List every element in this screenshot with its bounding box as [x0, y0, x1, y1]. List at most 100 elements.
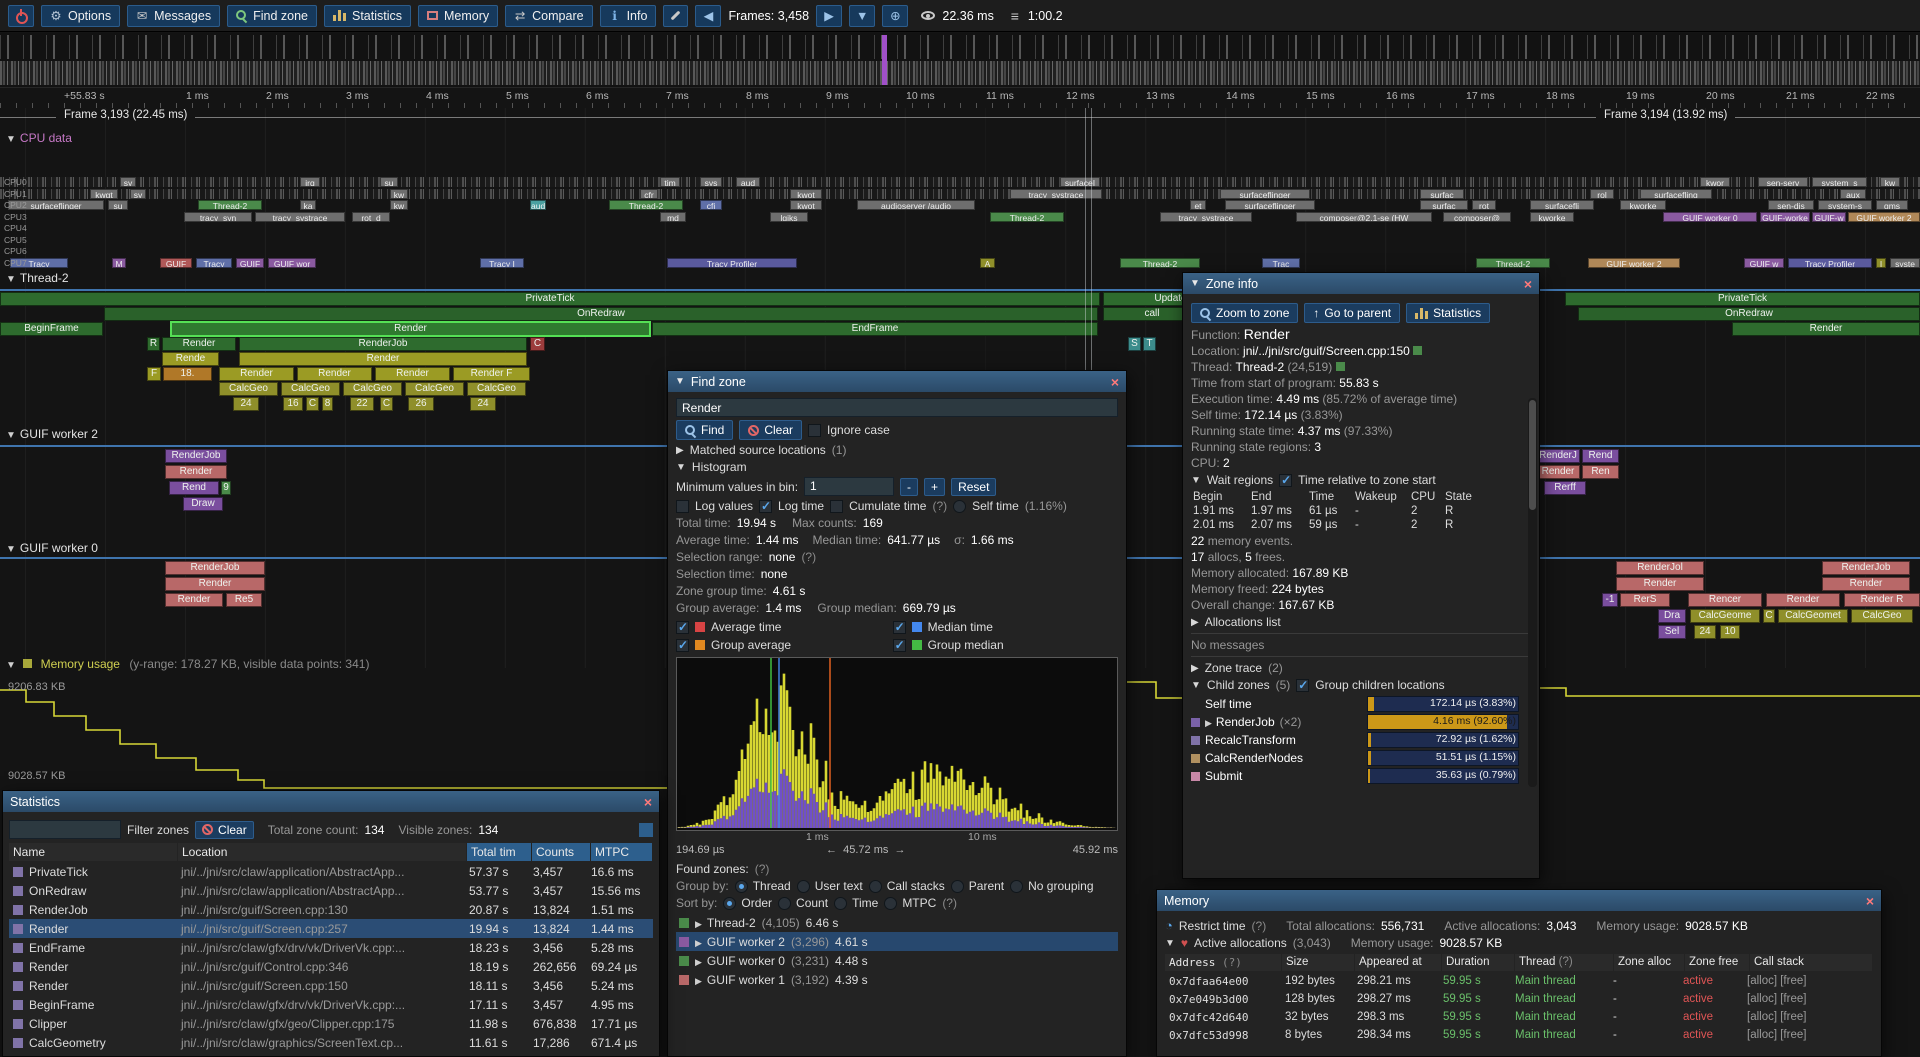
timeline-zone[interactable]: CalcGeo	[343, 382, 402, 396]
cpu-zone[interactable]: et	[1190, 200, 1206, 210]
cpu-zone[interactable]: M	[112, 258, 126, 268]
child-zone-row[interactable]: RecalcTransform 72.92 µs (1.62%)	[1191, 731, 1519, 749]
options-button[interactable]: ⚙Options	[41, 5, 120, 27]
child-zone-row[interactable]: RenderJob (×2) 4.16 ms (92.60%)	[1191, 713, 1519, 731]
log-values-checkbox[interactable]	[676, 500, 689, 513]
cpu-zone[interactable]: surfaceI	[1060, 177, 1100, 187]
timeline-zone[interactable]: Render F	[453, 367, 530, 381]
cpu-zone[interactable]: GUIF	[236, 258, 264, 268]
allocation-row[interactable]: 0x7dfc42d640 32 bytes 298.3 ms 59.95 s M…	[1165, 1008, 1873, 1026]
legend-checkbox[interactable]	[893, 621, 906, 634]
timeline-zone[interactable]: Render	[1766, 593, 1840, 607]
cpu-zone[interactable]: sen-serv	[1758, 177, 1808, 187]
cpu-zone[interactable]: aux	[1840, 189, 1866, 199]
log-time-checkbox[interactable]	[759, 500, 772, 513]
group-by-option[interactable]: User text	[797, 879, 863, 893]
timeline-zone[interactable]: 18.	[163, 367, 212, 381]
timeline-zone[interactable]: Sel	[1658, 625, 1686, 639]
timeline-zone[interactable]: Render	[1536, 465, 1580, 479]
group-children-checkbox[interactable]	[1296, 679, 1309, 692]
find-zone-button[interactable]: Find zone	[227, 5, 317, 27]
timeline-zone[interactable]: RerS	[1620, 593, 1670, 607]
cpu-row[interactable]: CPU1 kwgtsykwcfrkwottracy_systracesurfac…	[0, 189, 1920, 199]
timeline-zone[interactable]: C	[380, 397, 393, 411]
close-icon[interactable]: ×	[1111, 375, 1119, 389]
timeline-zone[interactable]: PrivateTick	[1565, 292, 1920, 306]
timeline-zone[interactable]: R	[147, 337, 160, 351]
cpu-zone[interactable]: tracy_syn	[184, 212, 252, 222]
timeline-zone[interactable]: Render R	[1844, 593, 1920, 607]
collapse-icon[interactable]: ▼	[1190, 278, 1200, 289]
timeline-zone[interactable]: Render	[1616, 577, 1704, 591]
cpu-zone[interactable]: cfr	[640, 189, 658, 199]
timeline-zone[interactable]: CalcGeo	[281, 382, 340, 396]
clear-filter-button[interactable]: Clear	[195, 821, 254, 839]
timeline-zone[interactable]: Rende	[162, 352, 219, 366]
table-row[interactable]: EndFrame jni/../jni/src/claw/gfx/drv/vk/…	[9, 938, 653, 957]
timeline-zone[interactable]: PrivateTick	[0, 292, 1100, 306]
timeline-zone[interactable]: 26	[408, 397, 434, 411]
statistics-button[interactable]: Statistics	[324, 5, 411, 27]
cpu-zone[interactable]: Thread-2	[198, 200, 262, 210]
timeline-zone[interactable]: 8	[322, 397, 333, 411]
allocation-thread[interactable]: Main thread	[1511, 993, 1609, 1005]
memory-usage-header[interactable]: ▼ Memory usage (y-range: 178.27 KB, visi…	[6, 657, 369, 671]
cpu-row[interactable]: CPU0 syirqsutimsysaudsurfaceIkworsen-ser…	[0, 177, 1920, 187]
allocation-row[interactable]: 0x7dfc53d998 8 bytes 298.34 ms 59.95 s M…	[1165, 1026, 1873, 1044]
cpu-zone[interactable]: aud	[736, 177, 760, 187]
cpu-zone[interactable]: surfaceflinger	[1225, 200, 1315, 210]
cpu-row[interactable]: CPU4	[0, 223, 1920, 233]
legend-checkbox[interactable]	[676, 639, 689, 652]
timeline-zone[interactable]: CalcGeo	[219, 382, 278, 396]
timeline-zone[interactable]: C	[530, 337, 545, 351]
child-zone-row[interactable]: Submit 35.63 µs (0.79%)	[1191, 767, 1519, 785]
timeline-zone[interactable]: 24	[233, 397, 259, 411]
col-call-stack[interactable]: Call stack	[1750, 954, 1872, 971]
timeline-zone[interactable]: Render	[297, 367, 372, 381]
allocation-row[interactable]: 0x7dfaa64e00 192 bytes 298.21 ms 59.95 s…	[1165, 972, 1873, 990]
decrement-button[interactable]: -	[900, 478, 918, 496]
timeline-zone[interactable]: Render	[171, 322, 650, 336]
ignore-case-checkbox[interactable]	[808, 424, 821, 437]
allocation-row[interactable]: 0x7e049b3d00 128 bytes 298.27 ms 59.95 s…	[1165, 990, 1873, 1008]
timeline-zone[interactable]: Rend	[1582, 449, 1619, 463]
cpu-zone[interactable]: composer@	[1443, 212, 1511, 222]
cpu-zone[interactable]: kw	[390, 189, 408, 199]
histogram-section-header[interactable]: ▼ Histogram	[676, 460, 1118, 474]
messages-button[interactable]: ✉Messages	[127, 5, 220, 27]
timeline-zone[interactable]: CalcGeo	[405, 382, 464, 396]
table-row[interactable]: OnRedraw jni/../jni/src/claw/application…	[9, 881, 653, 900]
increment-button[interactable]: +	[924, 478, 945, 496]
timeline-zone[interactable]: 16	[283, 397, 303, 411]
timeline-zone[interactable]: EndFrame	[652, 322, 1098, 336]
timeline-zone[interactable]: -1	[1602, 593, 1618, 607]
cpu-zone[interactable]: rot_d	[352, 212, 390, 222]
timeline-zone[interactable]: Re5	[226, 593, 262, 607]
cpu-zone[interactable]: kwgt	[90, 189, 118, 199]
cpu-zone[interactable]: Tracy Profiler	[667, 258, 797, 268]
timeline-zone[interactable]: 10	[1720, 625, 1740, 639]
info-button[interactable]: ℹInfo	[600, 5, 657, 27]
cpu-zone[interactable]: su	[108, 200, 128, 210]
cpu-zone[interactable]: kwot	[790, 200, 822, 210]
close-icon[interactable]: ×	[1524, 277, 1532, 291]
zone-statistics-button[interactable]: Statistics	[1406, 303, 1490, 323]
table-row[interactable]: Clipper jni/../jni/src/claw/gfx/geo/Clip…	[9, 1014, 653, 1033]
legend-checkbox[interactable]	[676, 621, 689, 634]
cpu-zone[interactable]: system_s	[1812, 177, 1867, 187]
cpu-zone[interactable]: GUIF worker 2	[1588, 258, 1680, 268]
cpu-zone[interactable]: sy	[130, 189, 146, 199]
table-row[interactable]: RenderJob jni/../jni/src/guif/Screen.cpp…	[9, 900, 653, 919]
timeline-zone[interactable]: F	[147, 367, 161, 381]
timeline-filter-icon[interactable]	[639, 823, 653, 837]
cpu-zone[interactable]: GUIF-w	[1812, 212, 1846, 222]
cpu-zone[interactable]: md	[660, 212, 686, 222]
timeline-zone[interactable]: Draw	[183, 497, 223, 511]
time-ruler[interactable]: +55.83 s 1 ms2 ms3 ms4 ms5 ms6 ms7 ms8 m…	[0, 87, 1920, 108]
active-allocations-header[interactable]: ▼ ♥ Active allocations (3,043) Memory us…	[1165, 936, 1873, 950]
table-row[interactable]: CalcGeometry jni/../jni/src/claw/graphic…	[9, 1033, 653, 1052]
cpu-zone[interactable]: Tracy I	[480, 258, 524, 268]
restrict-time-label[interactable]: Restrict time	[1179, 919, 1246, 933]
cpu-zone[interactable]: sys	[700, 177, 722, 187]
wait-regions-header[interactable]: ▼ Wait regions Time relative to zone sta…	[1191, 473, 1531, 487]
